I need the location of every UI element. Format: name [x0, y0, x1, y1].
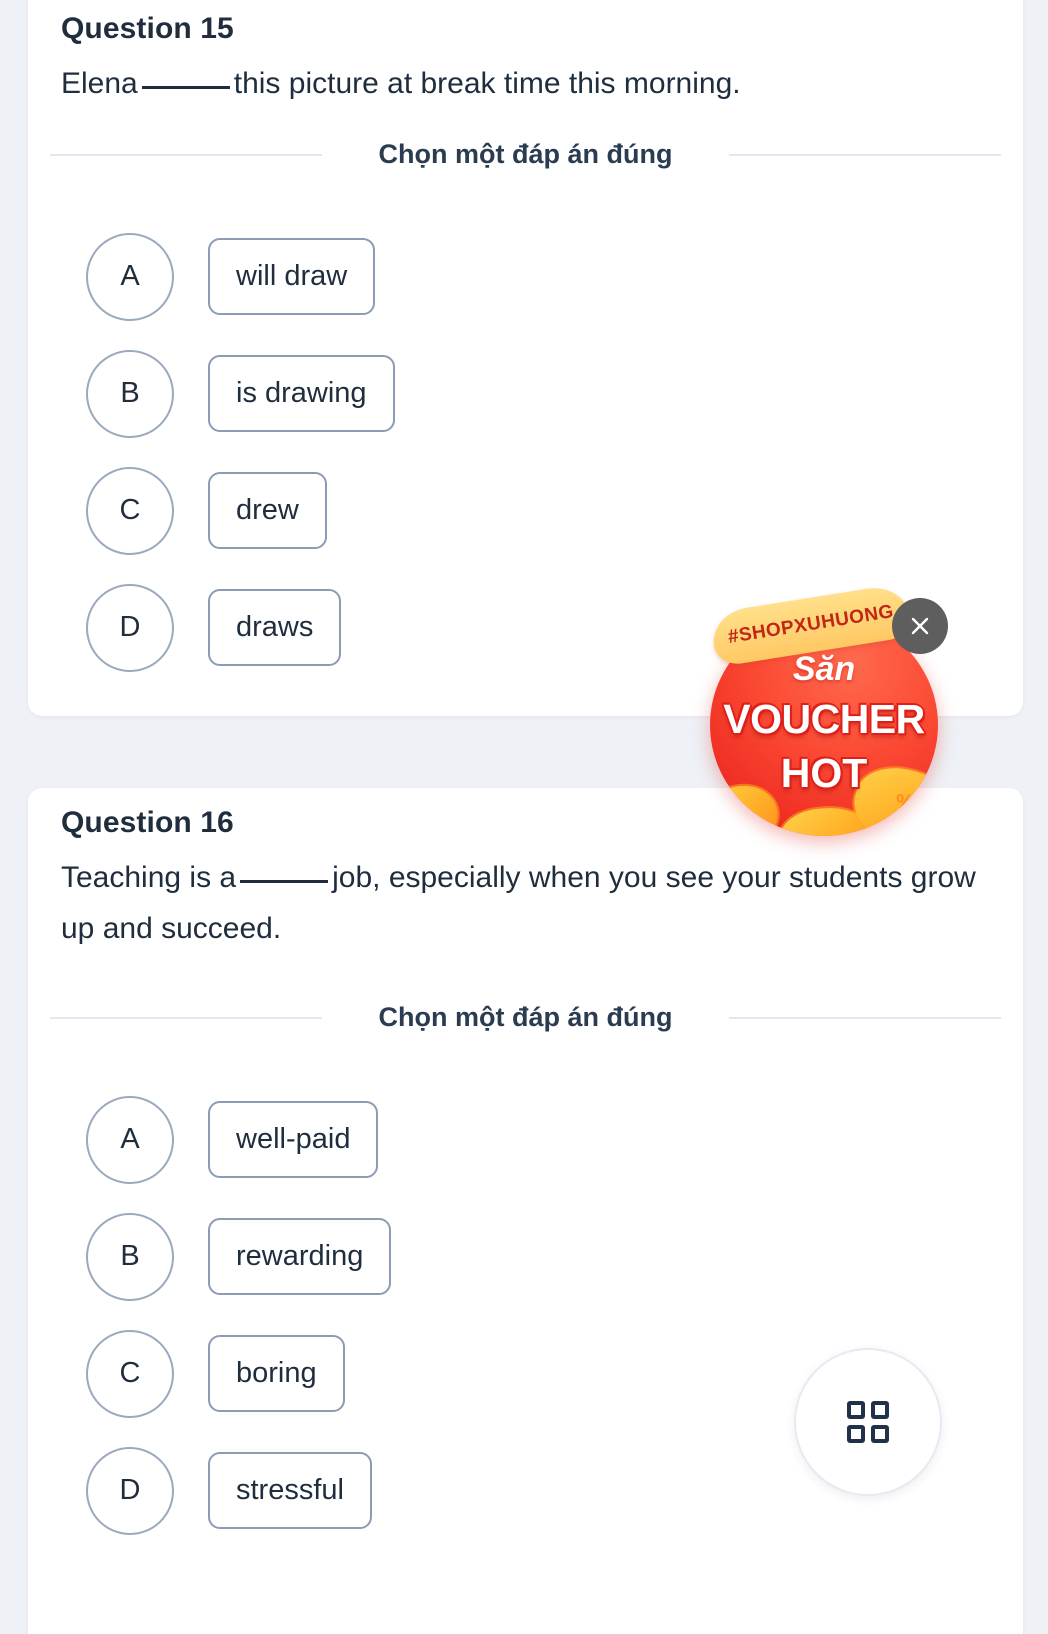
answer-blank	[141, 86, 230, 89]
option-letter-a[interactable]: A	[86, 1095, 174, 1184]
divider-line-left	[50, 153, 322, 156]
option-letter-b[interactable]: B	[86, 1212, 174, 1301]
grid-square	[847, 1401, 865, 1419]
apps-grid-glyph	[847, 1401, 889, 1443]
option-label-c[interactable]: drew	[208, 472, 327, 549]
instruction-label: Chọn một đáp án đúng	[378, 1002, 673, 1032]
option-label-a[interactable]: will draw	[208, 238, 376, 315]
divider-line-left	[50, 1016, 322, 1019]
option-label-b[interactable]: is drawing	[208, 355, 395, 432]
page-title: Question 15	[61, 12, 234, 45]
question-text-after: this picture at break time this morning.	[233, 67, 741, 100]
instruction-label: Chọn một đáp án đúng	[378, 139, 673, 169]
option-label-d[interactable]: stressful	[208, 1452, 372, 1529]
question-text: Elena this picture at break time this mor…	[28, 46, 1023, 109]
option-label-a[interactable]: well-paid	[208, 1101, 379, 1178]
voucher-ad-line2: VOUCHER	[723, 696, 925, 742]
voucher-ad-overlay[interactable]: % % % #SHOPXUHUONG Săn VOUCHER HOT	[702, 582, 948, 836]
option-label-b[interactable]: rewarding	[208, 1218, 392, 1295]
option-letter-d[interactable]: D	[86, 583, 174, 672]
question-card: Question 16 Teaching is a job, especially…	[28, 788, 1023, 1634]
option-row-b[interactable]: B rewarding	[28, 1198, 1023, 1315]
option-row-a[interactable]: A well-paid	[28, 1081, 1023, 1198]
grid-square	[871, 1425, 889, 1443]
percent-icon: %	[913, 820, 928, 836]
answer-blank	[240, 880, 329, 883]
option-label-c[interactable]: boring	[208, 1335, 345, 1412]
instruction-divider: Chọn một đáp án đúng	[28, 1002, 1023, 1033]
grid-square	[847, 1425, 865, 1443]
option-row-c[interactable]: C drew	[28, 452, 1023, 569]
option-letter-b[interactable]: B	[86, 349, 174, 438]
option-label-d[interactable]: draws	[208, 589, 342, 666]
option-letter-c[interactable]: C	[86, 1329, 174, 1418]
close-icon[interactable]	[892, 598, 948, 654]
grid-square	[871, 1401, 889, 1419]
quiz-page: Question 15 Elena this picture at break t…	[0, 0, 1048, 1634]
option-row-b[interactable]: B is drawing	[28, 335, 1023, 452]
voucher-ad-line3: HOT	[780, 750, 868, 796]
percent-icon: %	[726, 803, 744, 825]
option-row-a[interactable]: A will draw	[28, 218, 1023, 335]
voucher-ad-line1: Săn	[792, 650, 856, 688]
divider-line-right	[729, 153, 1001, 156]
divider-line-right	[729, 1016, 1001, 1019]
apps-grid-icon[interactable]	[794, 1348, 942, 1496]
option-letter-d[interactable]: D	[86, 1446, 174, 1535]
question-text-before: Teaching is a	[61, 861, 237, 894]
option-letter-a[interactable]: A	[86, 232, 174, 321]
voucher-ad-ribbon-label: #SHOPXUHUONG	[726, 601, 896, 648]
question-text-before: Elena	[61, 67, 138, 100]
instruction-divider: Chọn một đáp án đúng	[28, 139, 1023, 170]
option-letter-c[interactable]: C	[86, 466, 174, 555]
question-text: Teaching is a job, especially when you se…	[28, 840, 1023, 954]
